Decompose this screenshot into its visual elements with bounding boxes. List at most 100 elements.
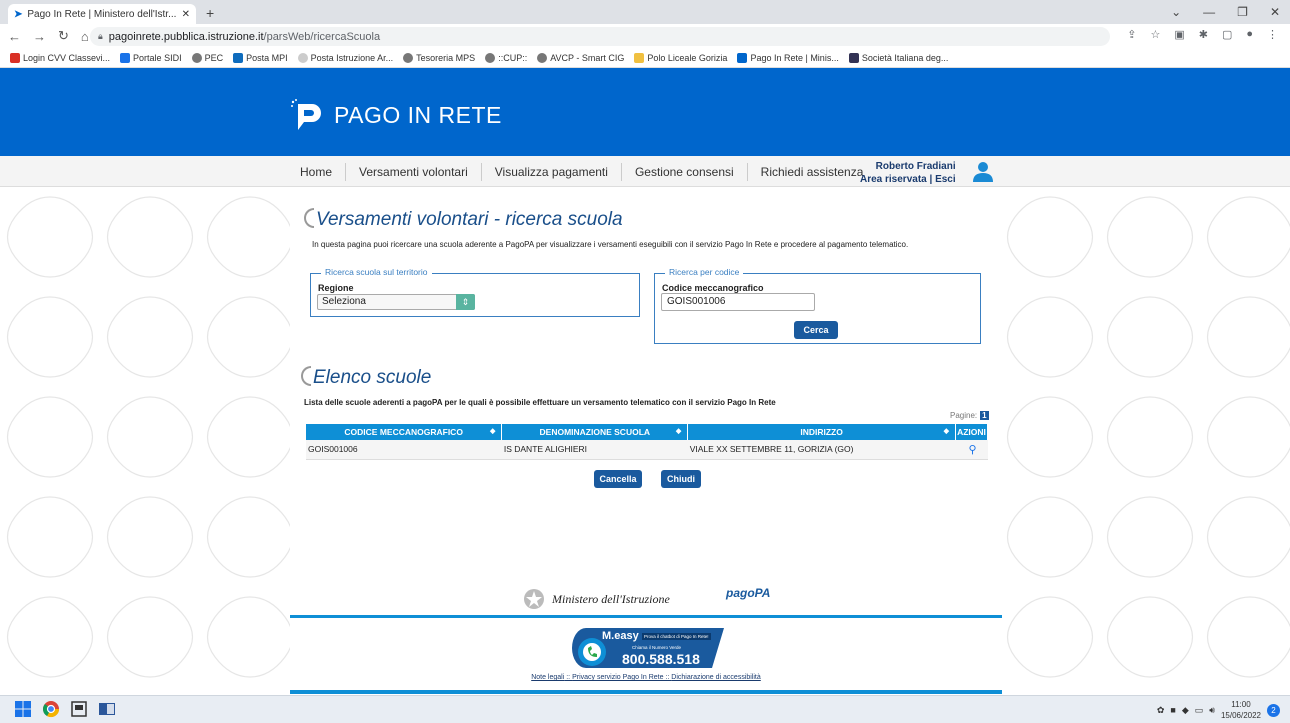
page-1-link[interactable]: 1 [980,411,989,420]
windows-start-icon[interactable] [14,700,32,718]
user-name: Roberto Fradiani [875,161,956,172]
user-info: Roberto Fradiani Area riservata | Esci [860,160,956,186]
url-path: /parsWeb/ricercaScuola [263,30,381,43]
minimize-icon[interactable]: — [1203,5,1215,19]
globe-icon [403,52,414,63]
code-input[interactable]: GOIS001006 [661,293,815,311]
list-intro: Lista delle scuole aderenti a pagoPA per… [304,398,776,407]
bookmark-item[interactable]: PEC [191,52,223,63]
extension-icon[interactable]: ▣ [1174,28,1184,41]
pagination: Pagine: 1 [950,411,989,420]
view-search-icon[interactable]: ⚲ [955,440,988,460]
search-title-text: Versamenti volontari - ricerca scuola [316,209,623,230]
bookmark-item[interactable]: Tesoreria MPS [403,52,475,63]
notification-badge[interactable]: 2 [1267,703,1280,717]
phone-number: 800.588.518 [622,651,700,667]
bookmark-icon [848,52,859,63]
col-denominazione[interactable]: DENOMINAZIONE SCUOLA ◆ [501,424,689,440]
pagoinrete-favicon-icon [737,52,748,63]
footer-links: Note legali :: Privacy servizio Pago In … [531,674,761,681]
clock-date: 15/06/2022 [1220,711,1261,720]
footer-bottom-line [290,690,1002,694]
taskview-icon[interactable] [70,700,88,718]
home-icon[interactable]: ⌂ [81,29,89,44]
cancel-button[interactable]: Cancella [594,470,642,488]
close-window-icon[interactable]: ✕ [1270,5,1280,19]
back-icon[interactable]: ← [8,29,21,44]
nav-versamenti-volontari[interactable]: Versamenti volontari [346,162,482,181]
territory-legend: Ricerca scuola sul territorio [321,267,432,277]
bookmark-item[interactable]: Portale SIDI [120,52,182,63]
ministry-logo[interactable]: Ministero dell'Istruzione [522,587,670,611]
tray-app-icon[interactable]: ■ [1170,705,1175,715]
select-arrows-icon[interactable]: ⇕ [456,294,475,310]
address-row: ← → ↻ ⌂ 🔒︎ pagoinrete.pubblica.istruzion… [0,24,1290,48]
tab-search-icon[interactable]: ⌄ [1171,5,1181,19]
profile-icon[interactable]: ● [1246,28,1253,41]
list-title: Elenco scuole [301,366,431,389]
bookmarks-bar: Login CVV Classevi... Portale SIDI PEC P… [0,48,1290,68]
url-host: pagoinrete.pubblica.istruzione.it [108,30,264,43]
bookmark-item[interactable]: Società Italiana deg... [848,52,948,63]
tray-app-icon[interactable]: ◆ [1182,705,1189,716]
bookmark-item[interactable]: Login CVV Classevi... [10,52,110,63]
bookmark-item[interactable]: Posta MPI [233,52,288,63]
taskbar [0,695,1290,723]
browser-tab[interactable]: ➤ Pago In Rete | Ministero dell'Istr... … [8,4,196,24]
crescent-decor [304,208,314,228]
list-title-text: Elenco scuole [313,367,432,388]
nav-gestione-consensi[interactable]: Gestione consensi [622,162,748,181]
bookmark-item[interactable]: Polo Liceale Gorizia [634,52,727,63]
note-legali-link[interactable]: Note legali [531,674,564,681]
tray-app-icon[interactable]: ✿ [1157,705,1165,716]
nav-home[interactable]: Home [290,162,347,181]
user-links[interactable]: Area riservata | Esci [860,173,956,186]
pagopa-logo[interactable]: pagoPA [726,586,770,600]
maximize-icon[interactable]: ❐ [1237,5,1248,19]
lock-icon[interactable]: 🔒︎ [98,31,103,42]
pages-label: Pagine: [950,411,978,420]
bookmark-star-icon[interactable]: ☆ [1150,28,1160,41]
globe-icon [191,52,202,63]
close-button[interactable]: Chiudi [661,470,701,488]
taskbar-apps [14,700,116,718]
new-tab-icon[interactable]: + [206,5,214,21]
pagoinrete-favicon-icon: ➤ [14,8,23,20]
chrome-icon[interactable] [42,700,60,718]
bookmark-icon [10,52,20,63]
sidepanel-icon[interactable]: ▢ [1222,28,1232,41]
table-row: GOIS001006 IS DANTE ALIGHIERI VIALE XX S… [306,440,988,460]
bookmark-item[interactable]: AVCP - Smart CIG [537,52,624,63]
emblem-icon [524,589,544,609]
search-title: Versamenti volontari - ricerca scuola [304,208,623,231]
accessibility-link[interactable]: Dichiarazione di accessibilità [671,674,761,681]
nav-richiedi-assistenza[interactable]: Richiedi assistenza [748,163,877,181]
puzzle-icon[interactable]: ✱ [1199,28,1208,41]
address-bar[interactable]: 🔒︎ pagoinrete.pubblica.istruzione.it/par… [90,27,1110,46]
region-select[interactable]: Seleziona [317,294,475,310]
user-avatar-icon [973,162,993,182]
col-codice[interactable]: CODICE MECCANOGRAFICO ◆ [306,424,503,440]
clock-time: 11:00 [1231,700,1251,709]
close-tab-icon[interactable]: ✕ [182,9,190,20]
share-icon[interactable]: ⇪ [1127,28,1136,41]
nav-visualizza-pagamenti[interactable]: Visualizza pagamenti [482,162,622,181]
cell-name: IS DANTE ALIGHIERI [501,440,688,460]
word-icon[interactable] [98,700,116,718]
network-icon[interactable]: ▭ [1195,705,1204,716]
menu-icon[interactable]: ⋮ [1267,28,1278,41]
reload-icon[interactable]: ↻ [58,28,69,44]
bookmark-item[interactable]: ::CUP:: [485,52,527,63]
col-indirizzo[interactable]: INDIRIZZO ◆ [687,424,956,440]
measy-banner[interactable]: M.easy Prova il chatbot di Pago In Rete!… [572,628,724,668]
volume-icon[interactable]: 🔊︎ [1209,705,1215,716]
code-label: Codice meccanografico [662,283,764,293]
forward-icon[interactable]: → [33,29,46,44]
privacy-link[interactable]: Privacy servizio Pago In Rete [572,674,663,681]
search-button[interactable]: Cerca [794,321,838,339]
measy-call-text: Chiama il Numero Verde [632,645,682,650]
bookmark-item[interactable]: Posta Istruzione Ar... [297,52,393,63]
bookmark-item[interactable]: Pago In Rete | Minis... [737,52,839,63]
clock[interactable]: 11:00 15/06/2022 [1221,699,1261,721]
site-logo[interactable]: PAGO IN RETE [290,98,502,132]
